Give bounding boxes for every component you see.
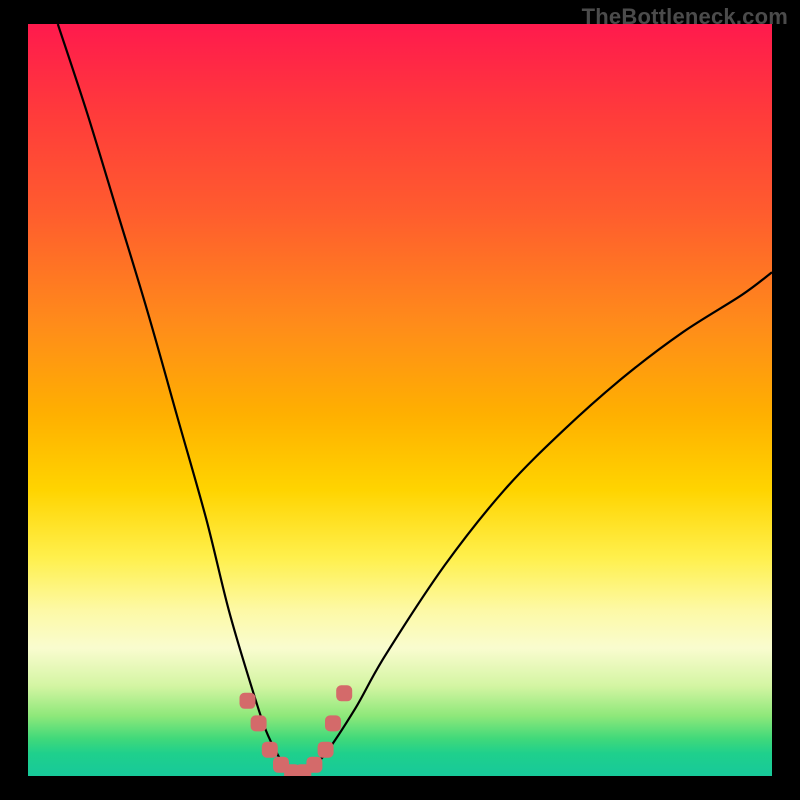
highlight-dot: [325, 715, 341, 731]
highlight-dot: [240, 693, 256, 709]
chart-frame: TheBottleneck.com: [0, 0, 800, 800]
bottleneck-curve: [58, 24, 772, 776]
highlight-dot: [251, 715, 267, 731]
chart-svg: [28, 24, 772, 776]
curve-line: [58, 24, 772, 776]
highlight-dot: [306, 757, 322, 773]
highlight-dot: [318, 742, 334, 758]
highlight-dot: [336, 685, 352, 701]
highlight-dot: [262, 742, 278, 758]
watermark-text: TheBottleneck.com: [582, 4, 788, 30]
